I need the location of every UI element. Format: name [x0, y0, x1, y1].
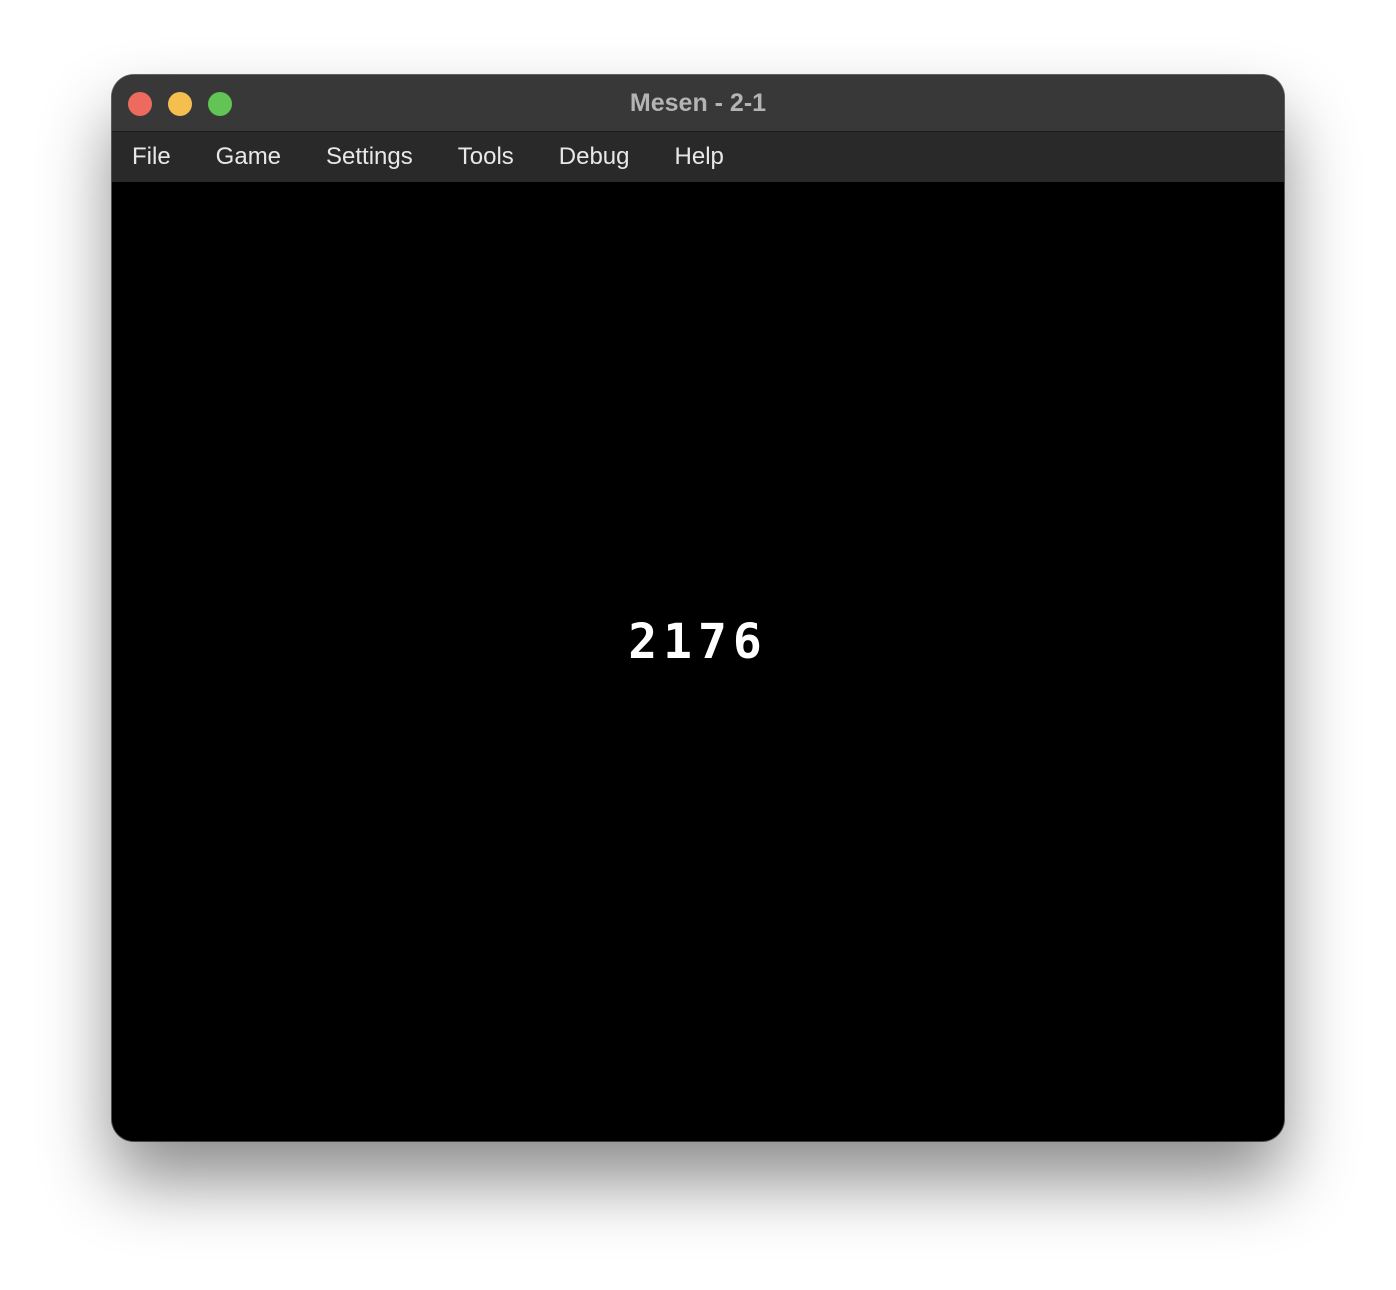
menu-tools[interactable]: Tools: [458, 143, 514, 171]
menu-debug[interactable]: Debug: [559, 143, 630, 171]
menu-settings[interactable]: Settings: [326, 143, 413, 171]
window-title: Mesen - 2-1: [629, 89, 767, 117]
app-window: Mesen - 2-1 File Game Settings Tools Deb…: [112, 75, 1284, 1141]
game-counter-text: 2176: [628, 614, 768, 670]
menu-bar: File Game Settings Tools Debug Help: [112, 132, 1284, 182]
menu-game[interactable]: Game: [216, 143, 281, 171]
game-screen[interactable]: 2176: [112, 182, 1284, 1141]
menu-help[interactable]: Help: [675, 143, 724, 171]
title-bar[interactable]: Mesen - 2-1: [112, 75, 1284, 132]
menu-file[interactable]: File: [132, 143, 171, 171]
